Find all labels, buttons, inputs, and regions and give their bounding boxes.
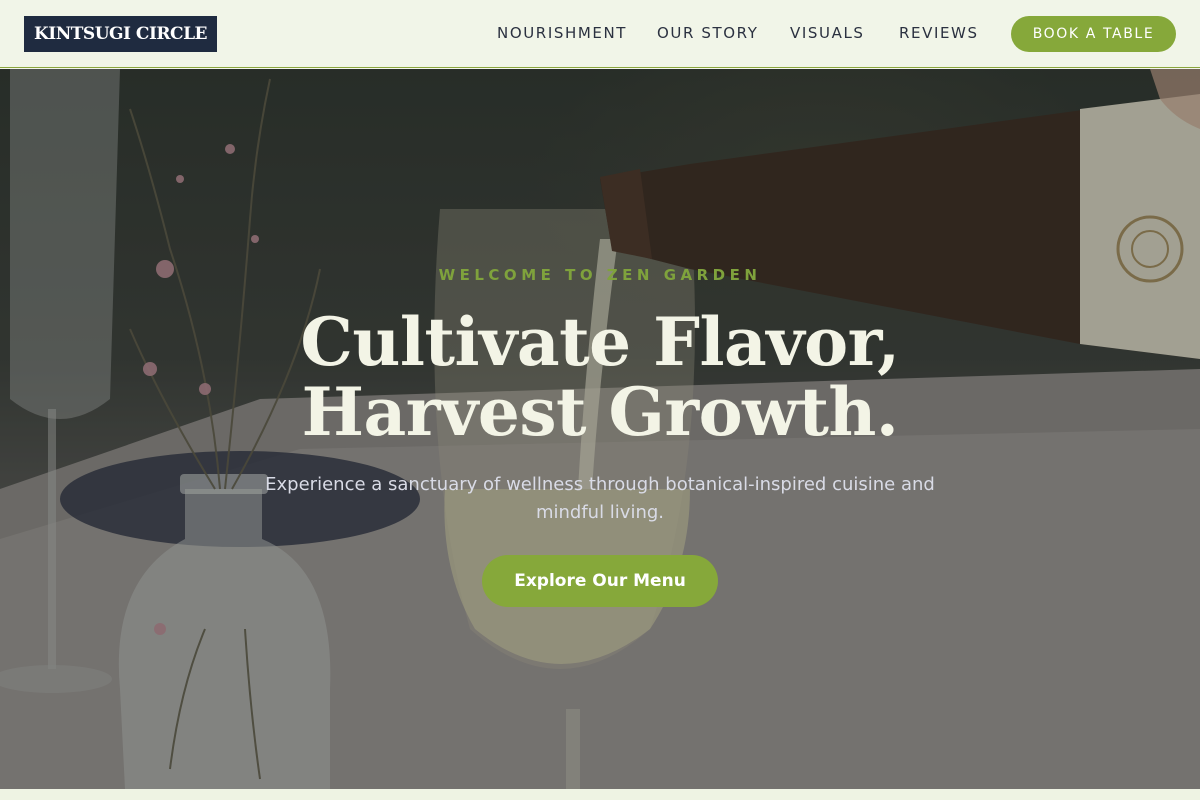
- hero-headline: Cultivate Flavor, Harvest Growth.: [0, 307, 1200, 447]
- explore-menu-button[interactable]: Explore Our Menu: [482, 555, 718, 607]
- nav-item-visuals[interactable]: VISUALS: [790, 24, 865, 42]
- nav-item-nourishment[interactable]: NOURISHMENT: [497, 24, 627, 42]
- hero-headline-line2: Harvest Growth.: [301, 373, 899, 451]
- nav-item-reviews[interactable]: REVIEWS: [899, 24, 979, 42]
- hero-section: WELCOME TO ZEN GARDEN Cultivate Flavor, …: [0, 69, 1200, 789]
- hero-headline-line1: Cultivate Flavor,: [300, 303, 900, 381]
- site-header: KINTSUGI CIRCLE NOURISHMENT OUR STORY VI…: [0, 0, 1200, 68]
- hero-eyebrow: WELCOME TO ZEN GARDEN: [438, 266, 762, 284]
- hero-subtext: Experience a sanctuary of wellness throu…: [265, 474, 935, 523]
- site-logo[interactable]: KINTSUGI CIRCLE: [24, 16, 217, 52]
- next-section-edge: [0, 789, 1200, 800]
- nav-item-our-story[interactable]: OUR STORY: [657, 24, 759, 42]
- book-table-button[interactable]: BOOK A TABLE: [1011, 16, 1176, 52]
